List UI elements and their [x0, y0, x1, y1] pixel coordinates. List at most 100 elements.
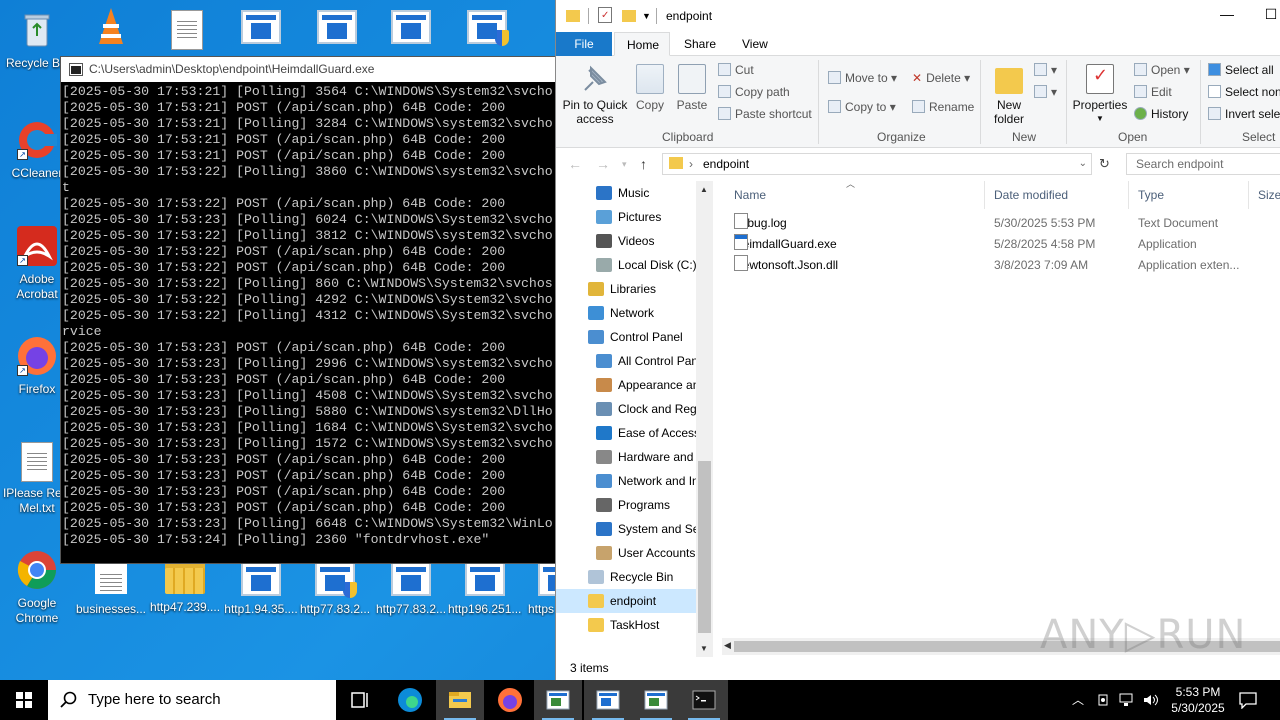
- taskbar-app-window[interactable]: [632, 680, 680, 720]
- desktop-icon-app[interactable]: http77.83.2...: [374, 560, 448, 617]
- column-header-date[interactable]: Date modified: [994, 188, 1068, 202]
- desktop-icon-file[interactable]: [150, 4, 224, 54]
- scroll-up-icon[interactable]: ▲: [700, 185, 708, 194]
- sidebar-item-libraries[interactable]: Libraries: [556, 277, 696, 301]
- start-button[interactable]: [0, 680, 48, 720]
- nav-scrollbar[interactable]: ▲ ▼: [696, 181, 713, 657]
- properties-button[interactable]: ✓ Properties ▼: [1070, 64, 1130, 126]
- delete-button[interactable]: ✕ Delete ▾: [912, 70, 970, 86]
- open-button[interactable]: Open ▾: [1134, 62, 1190, 78]
- sidebar-item-system-security[interactable]: System and Security: [556, 517, 696, 541]
- back-button[interactable]: ←: [568, 156, 582, 172]
- file-list[interactable]: ︿ Name Date modified Type Size debug.log…: [722, 179, 1280, 657]
- sidebar-item-network-internet[interactable]: Network and Internet: [556, 469, 696, 493]
- column-header-type[interactable]: Type: [1138, 188, 1164, 202]
- column-header-name[interactable]: Name: [734, 188, 766, 202]
- address-dropdown-icon[interactable]: ⌄: [1079, 154, 1087, 174]
- file-row[interactable]: HeimdallGuard.exe 5/28/2025 4:58 PM Applic…: [722, 234, 1280, 255]
- nav-scrollbar-thumb[interactable]: [698, 461, 711, 633]
- minimize-button[interactable]: —: [1212, 6, 1242, 22]
- desktop-icon-app[interactable]: https: [522, 560, 556, 617]
- desktop-icon-app[interactable]: http77.83.2...: [298, 560, 372, 617]
- sidebar-item-user-accounts[interactable]: User Accounts: [556, 541, 696, 565]
- file-explorer-window[interactable]: ✓ ▼ endpoint — ☐ File Home Share View Pi…: [555, 0, 1280, 680]
- system-clock[interactable]: 5:53 PM 5/30/2025: [1166, 684, 1230, 716]
- taskbar-app-window[interactable]: [584, 680, 632, 720]
- copy-to-button[interactable]: Copy to ▾: [828, 99, 896, 115]
- sidebar-item-videos[interactable]: Videos: [556, 229, 696, 253]
- desktop-icon-app[interactable]: [450, 4, 524, 54]
- desktop-icon-businesses[interactable]: businesses...: [74, 560, 148, 617]
- console-output[interactable]: [2025-05-30 17:53:21] [Polling] 3564 C:\…: [61, 82, 555, 563]
- desktop-icon-archive[interactable]: http47.239....: [148, 560, 222, 615]
- desktop-icon-vlc[interactable]: [74, 4, 148, 54]
- search-input[interactable]: Search endpoint: [1126, 153, 1280, 175]
- taskbar-edge[interactable]: [386, 680, 434, 720]
- file-row[interactable]: Newtonsoft.Json.dll 3/8/2023 7:09 AM Appli…: [722, 255, 1280, 276]
- history-button[interactable]: History: [1134, 106, 1188, 122]
- new-item-button[interactable]: ▾: [1034, 62, 1057, 78]
- easy-access-button[interactable]: ▾: [1034, 84, 1057, 100]
- desktop-icon-app[interactable]: [300, 4, 374, 54]
- address-bar[interactable]: › endpoint ⌄: [662, 153, 1092, 175]
- paste-button[interactable]: Paste: [672, 64, 712, 112]
- copy-path-button[interactable]: Copy path: [718, 84, 790, 100]
- copy-button[interactable]: Copy: [630, 64, 670, 112]
- sidebar-item-appearance[interactable]: Appearance and Personalization: [556, 373, 696, 397]
- volume-icon[interactable]: [1142, 692, 1160, 708]
- tab-share[interactable]: Share: [672, 32, 728, 56]
- customize-quick-access-icon[interactable]: ▼: [642, 11, 656, 27]
- navigation-pane[interactable]: Music Pictures Videos Local Disk (C:) Librar…: [556, 181, 713, 657]
- sidebar-item-pictures[interactable]: Pictures: [556, 205, 696, 229]
- sidebar-item-recycle-bin[interactable]: Recycle Bin: [556, 565, 696, 589]
- properties-quick-icon[interactable]: ✓: [598, 7, 612, 23]
- scroll-down-icon[interactable]: ▼: [700, 644, 708, 653]
- sidebar-item-all-control-panel-items[interactable]: All Control Panel Items: [556, 349, 696, 373]
- refresh-icon[interactable]: ↻: [1099, 156, 1110, 172]
- sidebar-item-local-disk[interactable]: Local Disk (C:): [556, 253, 696, 277]
- up-button[interactable]: ↑: [640, 156, 647, 172]
- sidebar-item-music[interactable]: Music: [556, 181, 696, 205]
- file-row[interactable]: debug.log 5/30/2025 5:53 PM Text Document: [722, 213, 1280, 234]
- sidebar-item-hardware-sound[interactable]: Hardware and Sound: [556, 445, 696, 469]
- desktop-icon-app[interactable]: [374, 4, 448, 54]
- new-folder-button[interactable]: New folder: [984, 64, 1034, 126]
- sidebar-item-network[interactable]: Network: [556, 301, 696, 325]
- pin-to-quick-access-button[interactable]: Pin to Quick access: [560, 64, 630, 126]
- move-to-button[interactable]: Move to ▾: [828, 70, 897, 86]
- console-window[interactable]: C:\Users\admin\Desktop\endpoint\Heimdall…: [60, 56, 556, 564]
- select-all-button[interactable]: Select all: [1208, 62, 1274, 78]
- select-none-button[interactable]: Select none: [1208, 84, 1280, 100]
- sidebar-item-control-panel[interactable]: Control Panel: [556, 325, 696, 349]
- new-folder-quick-icon[interactable]: [622, 10, 636, 22]
- taskbar-search-input[interactable]: Type here to search: [48, 680, 336, 720]
- taskbar-app-window[interactable]: [534, 680, 582, 720]
- network-icon[interactable]: [1118, 692, 1136, 708]
- security-icon[interactable]: [1096, 692, 1110, 708]
- show-hidden-icons-chevron-icon[interactable]: ︿: [1072, 691, 1084, 708]
- tab-view[interactable]: View: [730, 32, 780, 56]
- sidebar-item-endpoint[interactable]: endpoint: [556, 589, 696, 613]
- sidebar-item-ease-of-access[interactable]: Ease of Access: [556, 421, 696, 445]
- taskbar-firefox[interactable]: [486, 680, 534, 720]
- taskbar-file-explorer[interactable]: [436, 680, 484, 720]
- desktop-icon-app[interactable]: http196.251....: [448, 560, 522, 617]
- invert-selection-button[interactable]: Invert selection: [1208, 106, 1280, 122]
- taskbar-console[interactable]: [680, 680, 728, 720]
- sidebar-item-programs[interactable]: Programs: [556, 493, 696, 517]
- explorer-title-bar[interactable]: ✓ ▼ endpoint — ☐: [556, 0, 1280, 32]
- cut-button[interactable]: Cut: [718, 62, 754, 78]
- maximize-button[interactable]: ☐: [1256, 6, 1280, 23]
- sidebar-item-clock-region[interactable]: Clock and Region: [556, 397, 696, 421]
- recent-locations-button[interactable]: ▾: [622, 159, 627, 170]
- edit-button[interactable]: Edit: [1134, 84, 1172, 100]
- scroll-left-icon[interactable]: ◀: [724, 640, 731, 651]
- sidebar-item-taskhost[interactable]: TaskHost: [556, 613, 696, 637]
- paste-shortcut-button[interactable]: Paste shortcut: [718, 106, 812, 122]
- forward-button[interactable]: →: [596, 156, 610, 172]
- rename-button[interactable]: Rename: [912, 99, 974, 115]
- desktop-icon-app[interactable]: [224, 4, 298, 54]
- tab-file[interactable]: File: [556, 32, 612, 56]
- breadcrumb-chevron-icon[interactable]: ›: [689, 154, 693, 174]
- column-header-size[interactable]: Size: [1258, 188, 1280, 202]
